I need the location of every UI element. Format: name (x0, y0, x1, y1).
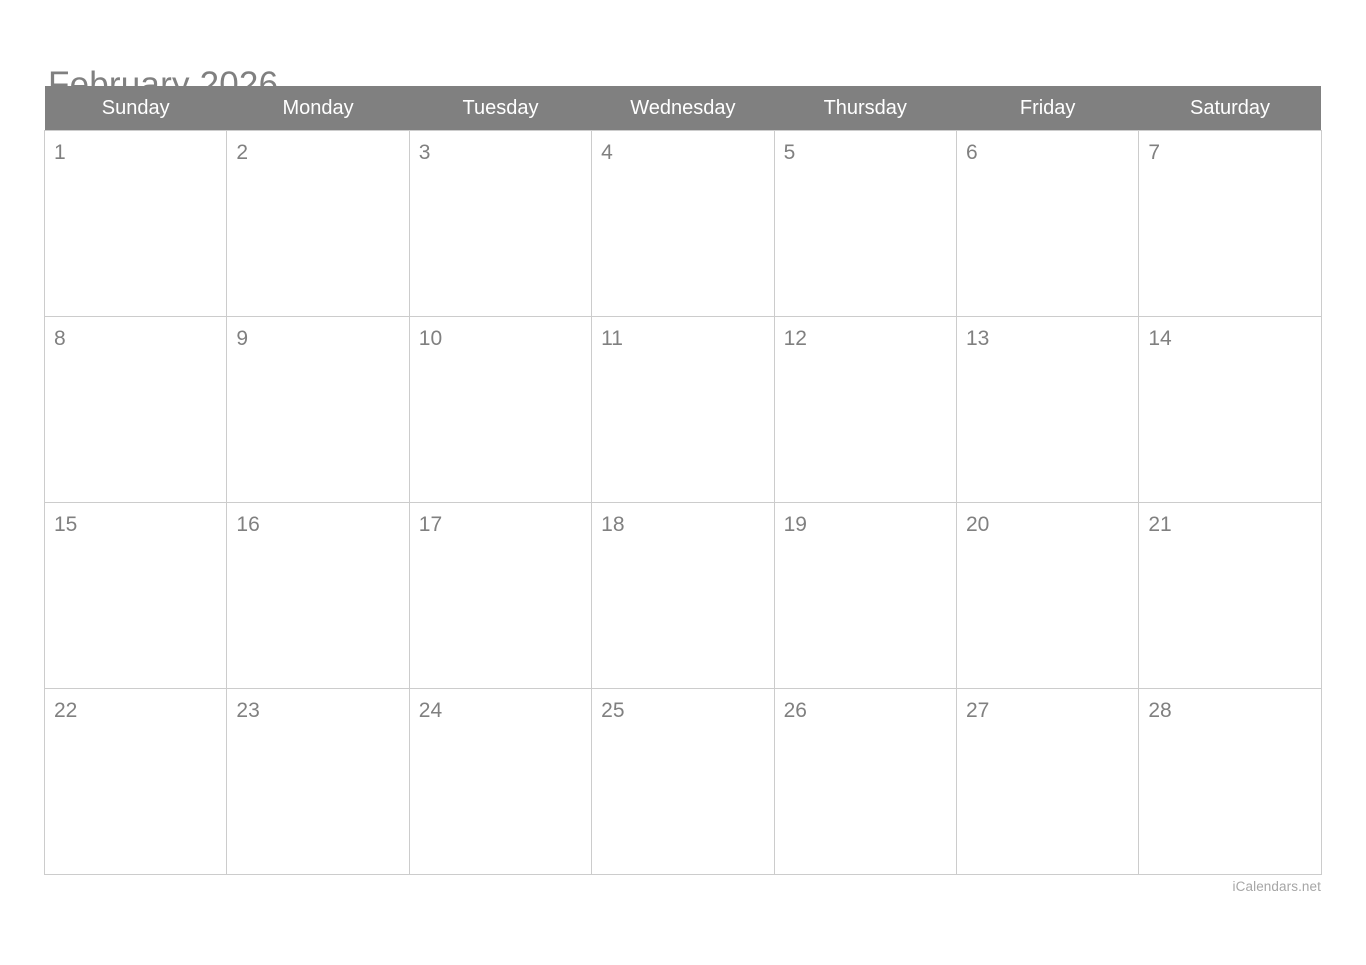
day-number: 8 (54, 327, 66, 350)
day-cell[interactable]: 3 (408, 130, 593, 317)
day-cell[interactable]: 24 (408, 688, 593, 875)
day-cell[interactable]: 12 (773, 316, 957, 503)
day-number: 13 (965, 327, 990, 350)
calendar-week-row: 15 16 17 18 19 20 21 (43, 502, 1322, 689)
day-cell[interactable]: 18 (591, 502, 775, 689)
day-cell[interactable]: 20 (955, 502, 1140, 689)
day-cell[interactable]: 11 (591, 316, 775, 503)
day-number: 14 (1148, 327, 1172, 350)
day-number: 6 (965, 141, 978, 164)
day-cell[interactable]: 15 (43, 502, 228, 689)
calendar-body: 1 2 3 4 5 6 7 8 9 10 11 12 13 14 15 16 1… (43, 130, 1322, 875)
day-cell[interactable]: 28 (1138, 688, 1322, 875)
day-cell[interactable]: 27 (955, 688, 1140, 875)
day-cell[interactable]: 1 (43, 130, 228, 317)
day-number: 11 (601, 327, 623, 350)
day-cell[interactable]: 25 (591, 688, 775, 875)
day-number: 25 (601, 699, 625, 722)
day-cell[interactable]: 19 (773, 502, 957, 689)
weekday-header-saturday: Saturday (1138, 86, 1322, 131)
day-number: 5 (783, 141, 796, 164)
day-cell[interactable]: 21 (1138, 502, 1322, 689)
day-number: 12 (783, 327, 807, 350)
day-cell[interactable]: 13 (955, 316, 1140, 503)
calendar-week-row: 22 23 24 25 26 27 28 (43, 688, 1322, 875)
day-cell[interactable]: 22 (43, 688, 228, 875)
day-cell[interactable]: 14 (1138, 316, 1322, 503)
weekday-header-sunday: Sunday (44, 86, 227, 131)
day-number: 9 (236, 327, 249, 350)
day-number: 16 (236, 513, 260, 536)
weekday-header-row: Sunday Monday Tuesday Wednesday Thursday… (44, 86, 1322, 131)
day-number: 24 (418, 699, 443, 722)
day-cell[interactable]: 4 (591, 130, 775, 317)
day-number: 7 (1148, 141, 1161, 164)
day-number: 15 (54, 513, 78, 536)
day-number: 3 (418, 141, 431, 164)
weekday-header-wednesday: Wednesday (591, 86, 775, 131)
day-number: 2 (236, 141, 249, 164)
day-cell[interactable]: 2 (226, 130, 410, 317)
day-number: 21 (1148, 513, 1172, 536)
calendar-week-row: 8 9 10 11 12 13 14 (43, 316, 1322, 503)
day-cell[interactable]: 10 (408, 316, 593, 503)
weekday-header-monday: Monday (226, 86, 410, 131)
day-number: 18 (601, 513, 625, 536)
day-number: 17 (418, 513, 443, 536)
month-calendar-table: Sunday Monday Tuesday Wednesday Thursday… (43, 86, 1322, 875)
day-cell[interactable]: 9 (226, 316, 410, 503)
day-cell[interactable]: 7 (1138, 130, 1322, 317)
day-cell[interactable]: 6 (955, 130, 1140, 317)
weekday-header-thursday: Thursday (774, 86, 957, 131)
day-number: 23 (236, 699, 260, 722)
day-number: 19 (783, 513, 807, 536)
calendar-page: February 2026 Sunday Monday Tuesday Wedn… (0, 0, 1366, 965)
day-number: 1 (54, 141, 66, 164)
site-watermark: iCalendars.net (1232, 879, 1321, 894)
day-number: 26 (783, 699, 807, 722)
day-cell[interactable]: 26 (773, 688, 957, 875)
calendar-week-row: 1 2 3 4 5 6 7 (43, 130, 1322, 317)
day-cell[interactable]: 23 (226, 688, 410, 875)
weekday-header-friday: Friday (956, 86, 1139, 131)
day-cell[interactable]: 8 (43, 316, 228, 503)
day-number: 27 (965, 699, 990, 722)
day-cell[interactable]: 16 (226, 502, 410, 689)
day-number: 10 (418, 327, 443, 350)
weekday-header-tuesday: Tuesday (409, 86, 592, 131)
day-number: 22 (54, 699, 78, 722)
day-number: 20 (965, 513, 990, 536)
day-number: 4 (601, 141, 613, 164)
day-cell[interactable]: 17 (408, 502, 593, 689)
day-cell[interactable]: 5 (773, 130, 957, 317)
day-number: 28 (1148, 699, 1172, 722)
weekday-header-row-group: Sunday Monday Tuesday Wednesday Thursday… (44, 86, 1322, 131)
calendar-grid-container: Sunday Monday Tuesday Wednesday Thursday… (43, 86, 1322, 875)
